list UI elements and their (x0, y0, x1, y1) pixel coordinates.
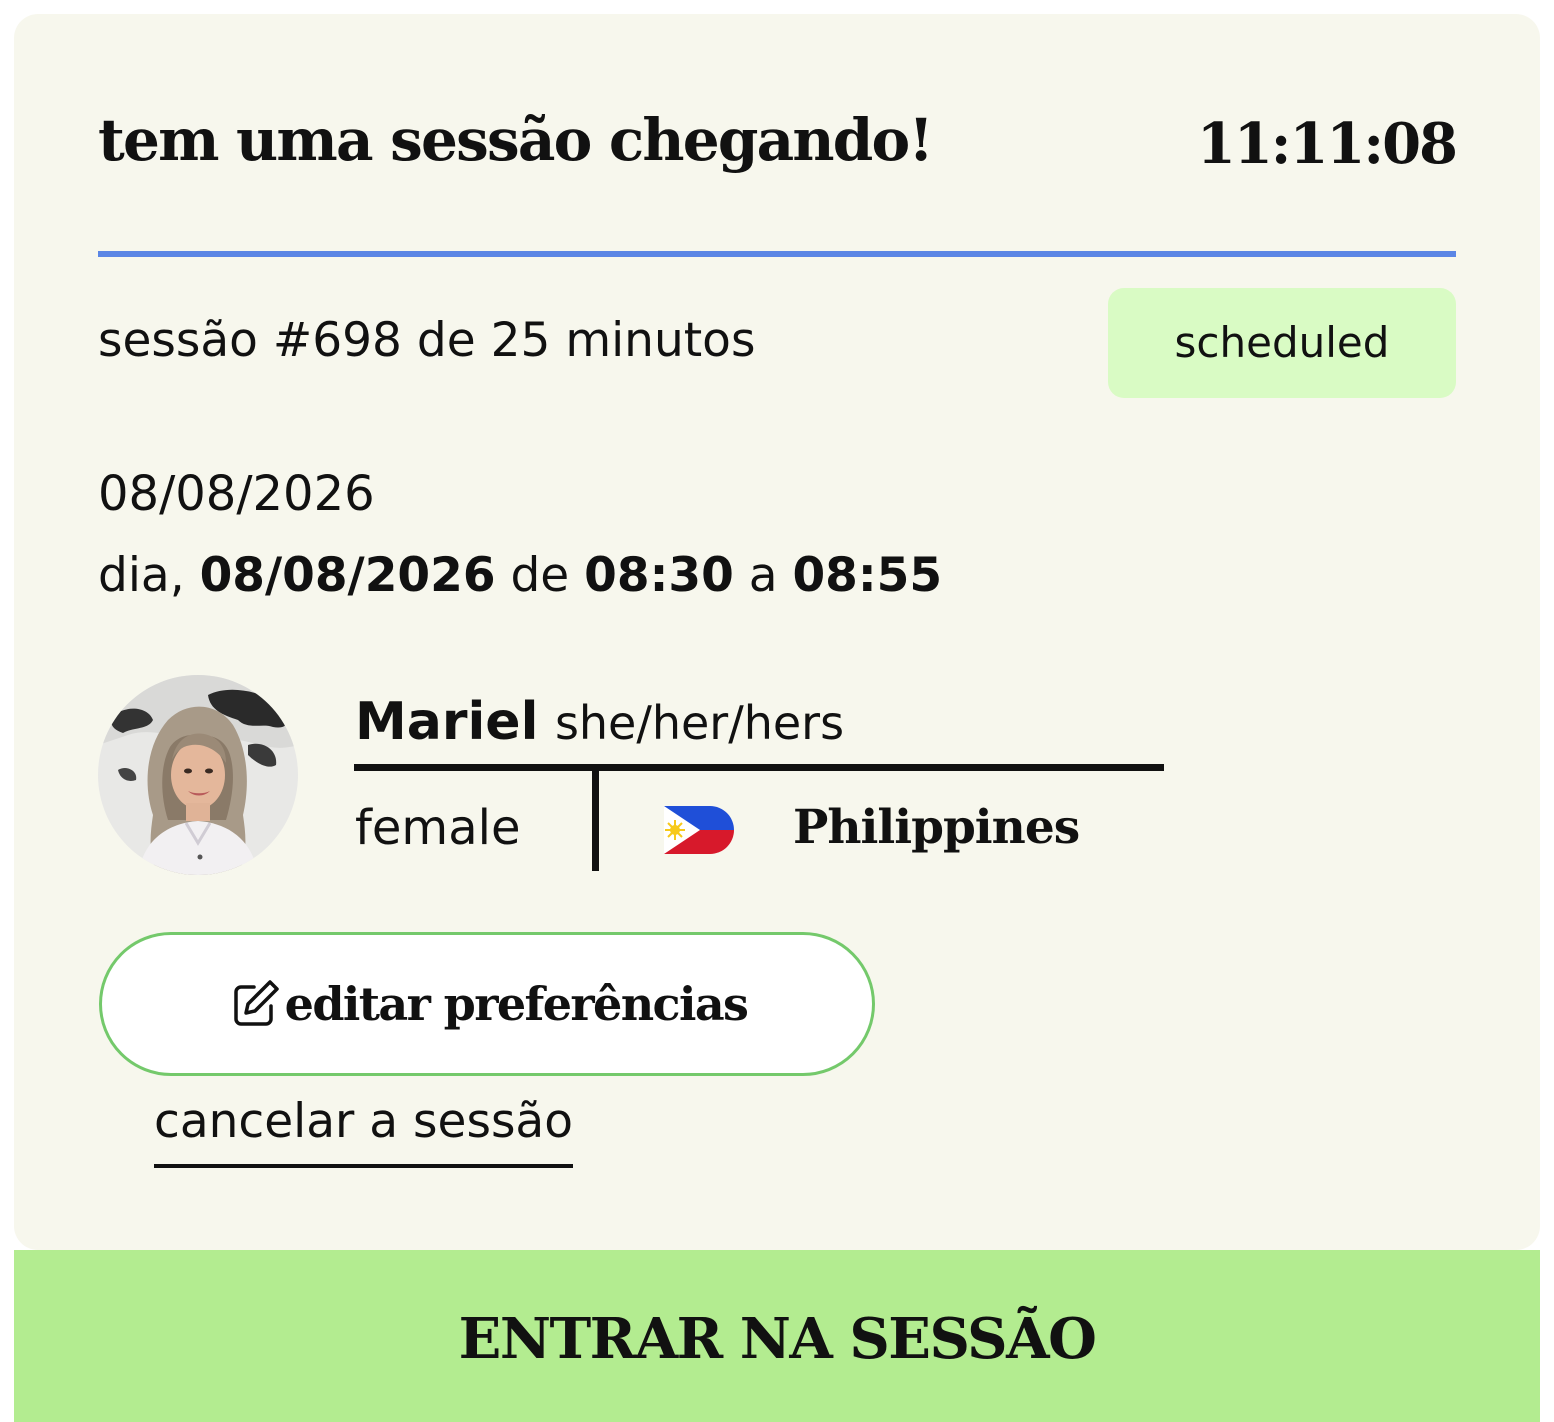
edit-preferences-label: editar preferências (284, 977, 749, 1031)
vertical-divider (592, 770, 599, 871)
divider (354, 764, 1164, 771)
session-date: 08/08/2026 (98, 466, 375, 522)
schedule-end-time: 08:55 (792, 548, 943, 603)
session-schedule: dia, 08/08/2026 de 08:30 a 08:55 (98, 546, 942, 606)
status-badge: scheduled (1108, 288, 1456, 398)
tutor-name: Mariel (355, 692, 539, 752)
join-session-button[interactable]: ENTRAR NA SESSÃO (14, 1250, 1540, 1422)
page-title: tem uma sessão chegando! (98, 106, 934, 174)
avatar-photo (98, 675, 298, 875)
schedule-date: 08/08/2026 (199, 548, 496, 603)
schedule-start-time: 08:30 (584, 548, 734, 603)
countdown-progress-bar (98, 251, 1456, 257)
schedule-to-word: a (733, 548, 793, 603)
tutor-gender: female (355, 800, 521, 856)
avatar (98, 675, 298, 875)
edit-icon (233, 980, 279, 1026)
countdown-progress-fill (98, 251, 1456, 257)
philippines-flag-icon (654, 802, 738, 858)
session-summary: sessão #698 de 25 minutos (98, 313, 756, 368)
tutor-name-row: Mariel she/her/hers (355, 688, 844, 757)
cancel-session-link[interactable]: cancelar a sessão (154, 1090, 573, 1168)
countdown-timer: 11:11:08 (1196, 111, 1458, 177)
tutor-country: Philippines (793, 800, 1080, 855)
schedule-from-word: de (495, 548, 585, 603)
tutor-pronouns: she/her/hers (554, 696, 845, 750)
join-session-label: ENTRAR NA SESSÃO (458, 1306, 1097, 1372)
edit-preferences-button[interactable]: editar preferências (99, 932, 875, 1076)
schedule-prefix: dia, (98, 548, 200, 603)
